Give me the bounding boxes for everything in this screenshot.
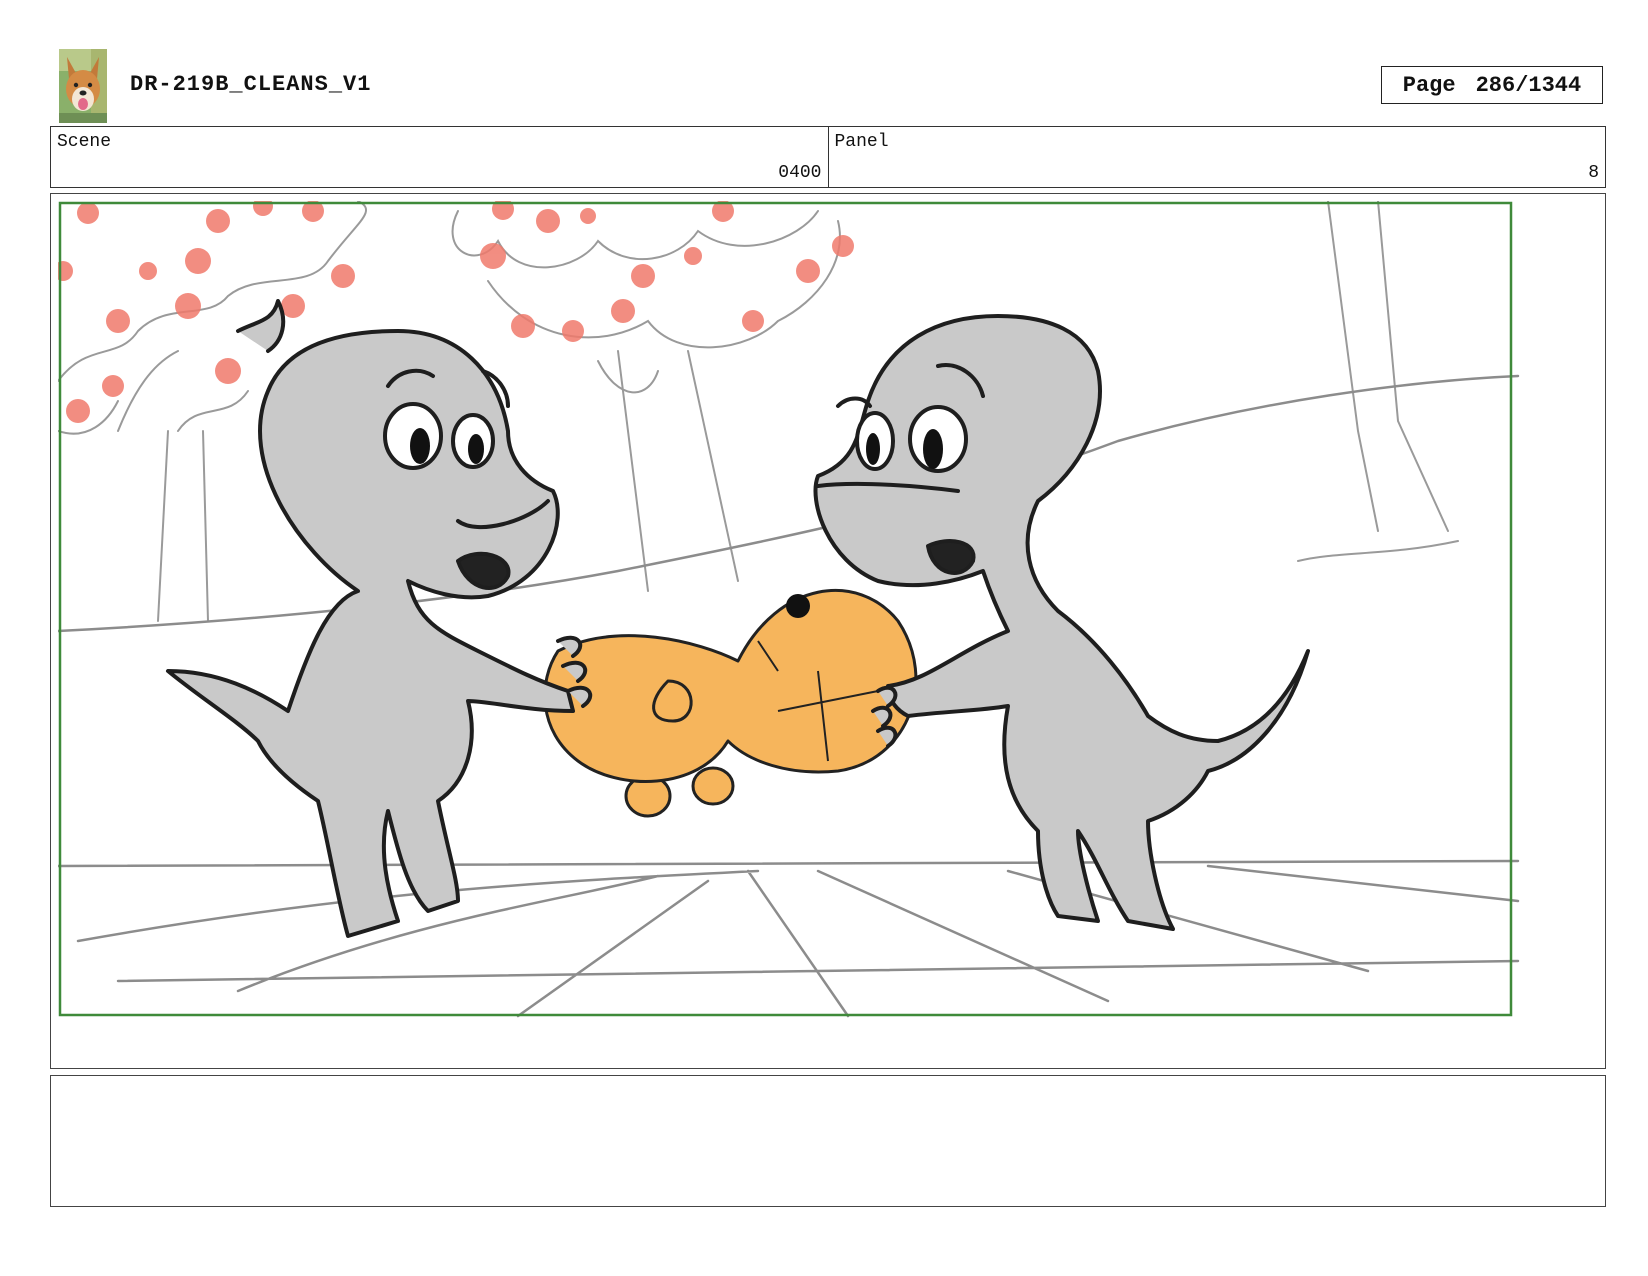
page-label: Page — [1402, 72, 1456, 98]
plush-toy — [543, 589, 918, 818]
panel-drawing — [58, 201, 1520, 1018]
page-number: 286/1344 — [1475, 72, 1582, 98]
page-indicator: Page 286/1344 — [1381, 66, 1603, 104]
panel-cell: Panel 8 — [827, 127, 1606, 187]
scene-value: 0400 — [778, 163, 822, 183]
panel-value: 8 — [1588, 163, 1599, 183]
panel-label: Panel — [834, 132, 889, 152]
panel-notes — [50, 1075, 1606, 1207]
scene-panel-info: Scene 0400 Panel 8 — [50, 126, 1606, 188]
left-dinosaur — [166, 299, 593, 938]
scene-cell: Scene 0400 — [51, 127, 828, 187]
document-title: DR-219B_CLEANS_V1 — [130, 72, 372, 97]
scene-label: Scene — [57, 132, 112, 152]
dog-photo-thumbnail — [59, 49, 107, 123]
storyboard-panel — [50, 193, 1606, 1069]
